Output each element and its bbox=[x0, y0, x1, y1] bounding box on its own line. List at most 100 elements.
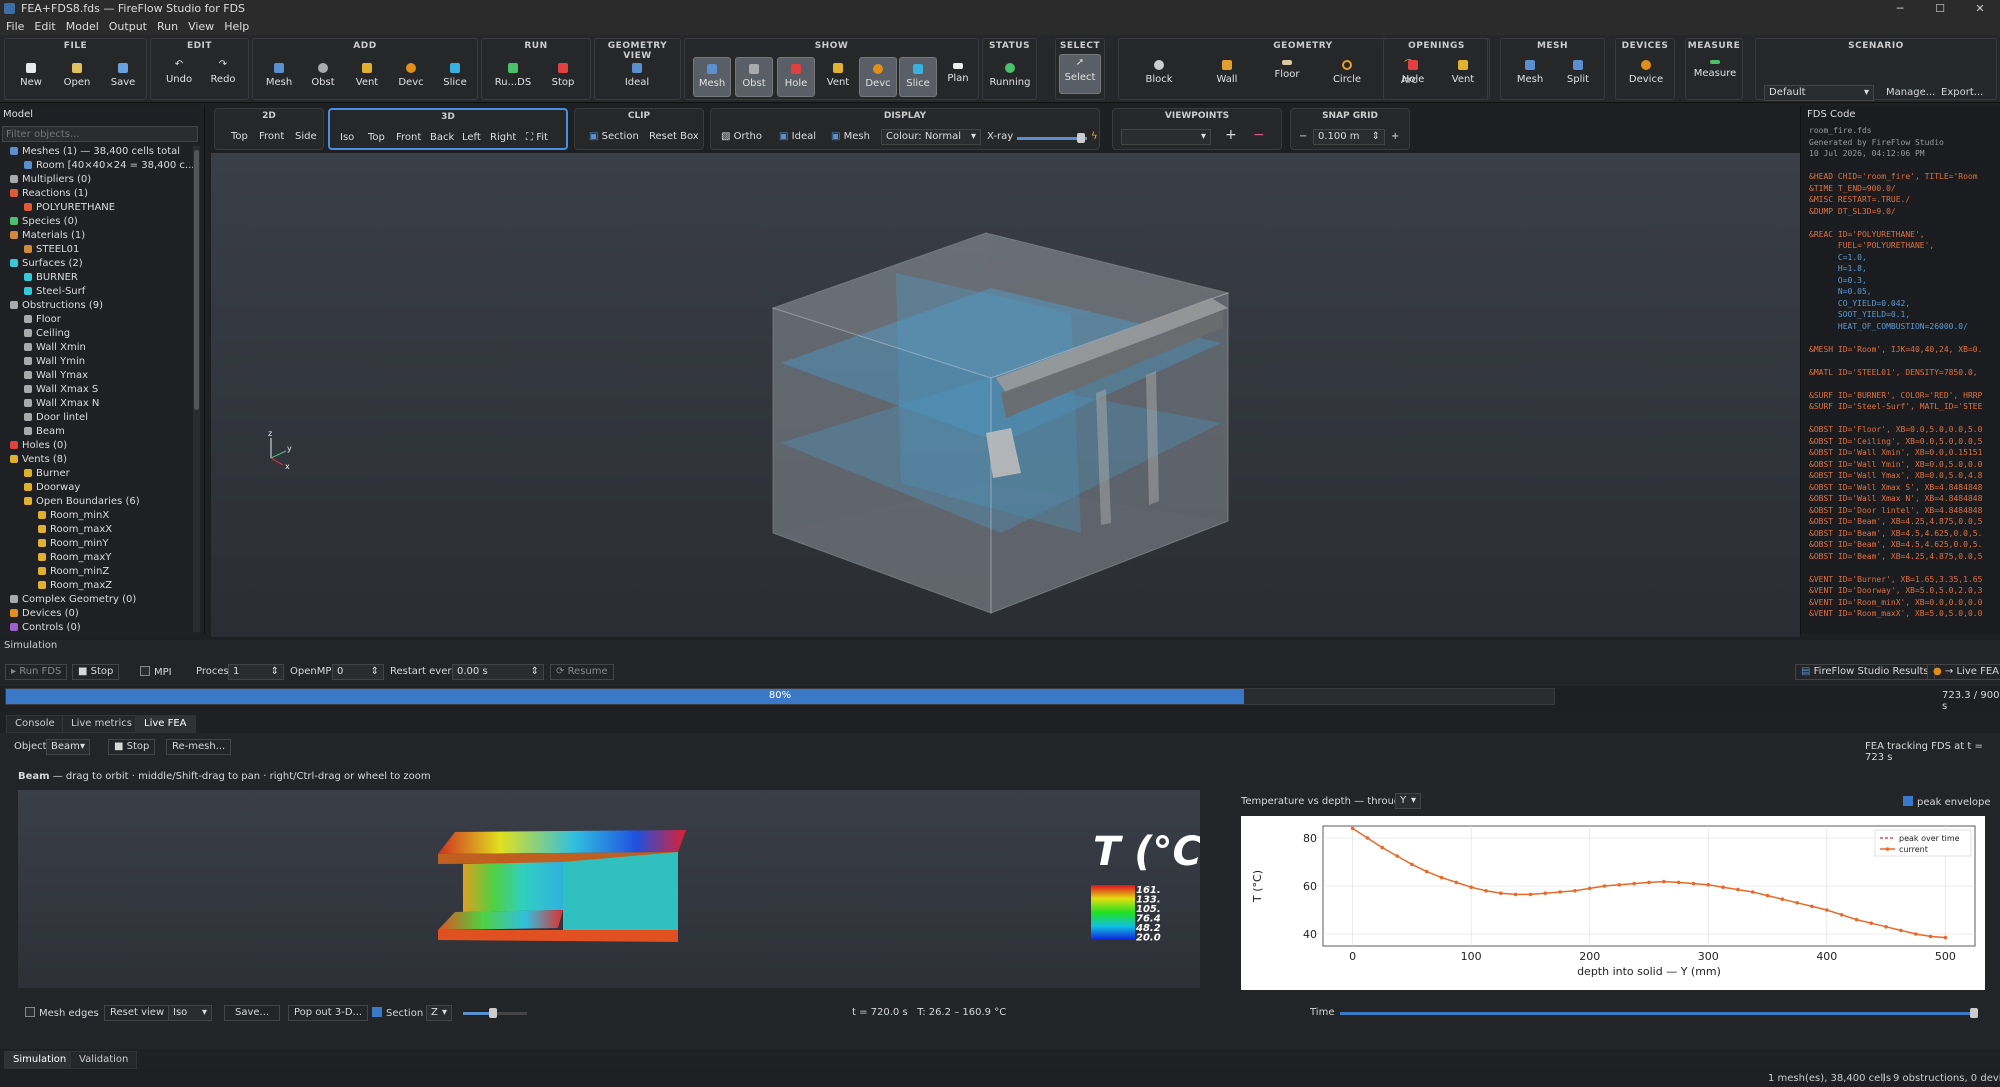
remove-viewpoint-icon[interactable]: − bbox=[1253, 127, 1265, 143]
tree-item[interactable]: Controls (0) bbox=[10, 622, 81, 632]
view-2d-side-button[interactable]: Side bbox=[295, 131, 317, 142]
menu-run[interactable]: Run bbox=[157, 20, 178, 33]
show-slice-button[interactable]: Slice bbox=[899, 57, 937, 97]
view-select[interactable]: Iso ▾ bbox=[168, 1005, 212, 1021]
remesh-button[interactable]: Re-mesh... bbox=[166, 739, 232, 755]
minimize-icon[interactable]: ─ bbox=[1880, 2, 1920, 15]
tree-item[interactable]: Species (0) bbox=[10, 216, 78, 230]
stop-sim-button[interactable]: ■ Stop bbox=[72, 664, 120, 680]
object-select[interactable]: Beam ▾ bbox=[46, 739, 90, 755]
new-button[interactable]: New bbox=[11, 57, 51, 97]
scenario-select[interactable]: Default ▾ bbox=[1764, 85, 1874, 101]
snap-decrease-icon[interactable]: − bbox=[1299, 131, 1307, 142]
tab-live-fea[interactable]: Live FEA bbox=[135, 715, 196, 733]
mesh-edges-checkbox[interactable]: Mesh edges bbox=[25, 1007, 99, 1019]
menu-view[interactable]: View bbox=[188, 20, 214, 33]
measure-button[interactable]: Measure bbox=[1689, 54, 1741, 94]
section-checkbox[interactable]: Section bbox=[372, 1007, 423, 1019]
tree-item[interactable]: POLYURETHANE bbox=[24, 202, 115, 216]
restart-input[interactable]: 0.00 s ⇕ bbox=[452, 664, 544, 680]
tree-item[interactable]: Burner bbox=[24, 468, 70, 482]
manage-button[interactable]: Manage... bbox=[1886, 87, 1935, 98]
tree-scrollbar[interactable] bbox=[193, 146, 200, 632]
fea-3d-view[interactable]: T (°C) 161.133.105.76.448.220.0 bbox=[18, 790, 1220, 988]
device-button[interactable]: Device bbox=[1620, 54, 1672, 94]
add-devc-button[interactable]: Devc bbox=[391, 57, 431, 97]
view-3d-front-button[interactable]: Front bbox=[396, 132, 421, 143]
ideal-toggle[interactable]: ▣ Ideal bbox=[779, 131, 816, 142]
show-vent-button[interactable]: Vent bbox=[819, 57, 857, 97]
colour-select[interactable]: Colour: Normal ▾ bbox=[881, 129, 981, 145]
fit-button[interactable]: ⛶ Fit bbox=[526, 132, 548, 143]
xray-slider[interactable] bbox=[1017, 133, 1087, 143]
show-hole-button[interactable]: Hole bbox=[777, 57, 815, 97]
snap-grid-input[interactable]: 0.100 m ⇕ bbox=[1313, 129, 1385, 145]
tab-simulation[interactable]: Simulation bbox=[4, 1051, 76, 1069]
peak-envelope-checkbox[interactable]: peak envelope bbox=[1903, 796, 1991, 808]
tree-item[interactable]: Vents (8) bbox=[10, 454, 67, 468]
ortho-toggle[interactable]: ▧ Ortho bbox=[721, 131, 762, 142]
close-icon[interactable]: ✕ bbox=[1960, 2, 2000, 15]
add-obst-button[interactable]: Obst bbox=[303, 57, 343, 97]
room-model-svg[interactable]: z y x bbox=[211, 153, 1800, 637]
mpi-checkbox[interactable]: MPI bbox=[140, 666, 172, 678]
tab-validation[interactable]: Validation bbox=[70, 1051, 138, 1069]
floor-button[interactable]: Floor bbox=[1267, 54, 1307, 94]
viewpoint-select[interactable]: ▾ bbox=[1121, 129, 1211, 145]
tree-item[interactable]: Room_minY bbox=[38, 538, 108, 552]
run-fds-button[interactable]: ▸ Run FDS bbox=[5, 664, 68, 680]
tree-item[interactable]: BURNER bbox=[24, 272, 78, 286]
tree-item[interactable]: Room_minZ bbox=[38, 566, 109, 580]
tree-item[interactable]: Wall Xmin bbox=[24, 342, 86, 356]
opening-hole-button[interactable]: Hole bbox=[1392, 54, 1434, 94]
tree-item[interactable]: Room_maxZ bbox=[38, 580, 112, 594]
tree-item[interactable]: STEEL01 bbox=[24, 244, 79, 258]
section-slider[interactable] bbox=[463, 1008, 527, 1018]
view-3d-right-button[interactable]: Right bbox=[490, 132, 516, 143]
tree-item[interactable]: Multipliers (0) bbox=[10, 174, 91, 188]
view-3d-left-button[interactable]: Left bbox=[462, 132, 481, 143]
tree-item[interactable]: Doorway bbox=[24, 482, 80, 496]
undo-button[interactable]: ↶ Undo bbox=[159, 57, 199, 97]
mesh-toggle[interactable]: ▣ Mesh bbox=[831, 131, 870, 142]
tree-item[interactable]: Holes (0) bbox=[10, 440, 67, 454]
openmp-input[interactable]: 0 ⇕ bbox=[332, 664, 384, 680]
time-slider[interactable] bbox=[1340, 1008, 1978, 1018]
section-button[interactable]: ▣ Section bbox=[589, 131, 639, 142]
results-button[interactable]: ▤ FireFlow Studio Results bbox=[1795, 664, 1935, 680]
tree-item[interactable]: Open Boundaries (6) bbox=[24, 496, 140, 510]
section-axis-select[interactable]: Z ▾ bbox=[426, 1005, 452, 1021]
view-2d-front-button[interactable]: Front bbox=[259, 131, 284, 142]
tab-console[interactable]: Console bbox=[6, 715, 64, 733]
view-3d-top-button[interactable]: Top bbox=[368, 132, 385, 143]
add-viewpoint-icon[interactable]: + bbox=[1225, 127, 1237, 143]
tree-item[interactable]: Wall Ymin bbox=[24, 356, 85, 370]
add-mesh-button[interactable]: Mesh bbox=[259, 57, 299, 97]
resume-button[interactable]: ⟳ Resume bbox=[550, 664, 614, 680]
mesh-button[interactable]: Mesh bbox=[1509, 54, 1551, 94]
processes-input[interactable]: 1 ⇕ bbox=[228, 664, 284, 680]
reset-view-button[interactable]: Reset view bbox=[104, 1005, 171, 1021]
stop-run-button[interactable]: Stop bbox=[540, 57, 586, 97]
menu-model[interactable]: Model bbox=[66, 20, 99, 33]
run-fds-button[interactable]: Ru...DS bbox=[490, 57, 536, 97]
save-button[interactable]: Save bbox=[103, 57, 143, 97]
snap-increase-icon[interactable]: + bbox=[1391, 131, 1399, 142]
popout-3d-button[interactable]: Pop out 3-D... bbox=[288, 1005, 369, 1021]
ideal-button[interactable]: Ideal bbox=[617, 57, 657, 97]
opening-vent-button[interactable]: Vent bbox=[1442, 54, 1484, 94]
tree-item[interactable]: Door lintel bbox=[24, 412, 88, 426]
beam-fea-svg[interactable]: T (°C) 161.133.105.76.448.220.0 bbox=[18, 790, 1220, 988]
add-vent-button[interactable]: Vent bbox=[347, 57, 387, 97]
save-fea-button[interactable]: Save... bbox=[224, 1005, 281, 1021]
3d-viewport[interactable]: z y x bbox=[211, 153, 1800, 637]
axis-select[interactable]: Y ▾ bbox=[1395, 793, 1421, 809]
tree-item[interactable]: Wall Xmax S bbox=[24, 384, 98, 398]
tree-item[interactable]: Ceiling bbox=[24, 328, 70, 342]
tree-item[interactable]: Wall Ymax bbox=[24, 370, 88, 384]
redo-button[interactable]: ↷ Redo bbox=[203, 57, 243, 97]
menu-help[interactable]: Help bbox=[224, 20, 249, 33]
tree-item[interactable]: Wall Xmax N bbox=[24, 398, 99, 412]
show-plan-button[interactable]: Plan bbox=[939, 57, 977, 97]
open-button[interactable]: Open bbox=[57, 57, 97, 97]
